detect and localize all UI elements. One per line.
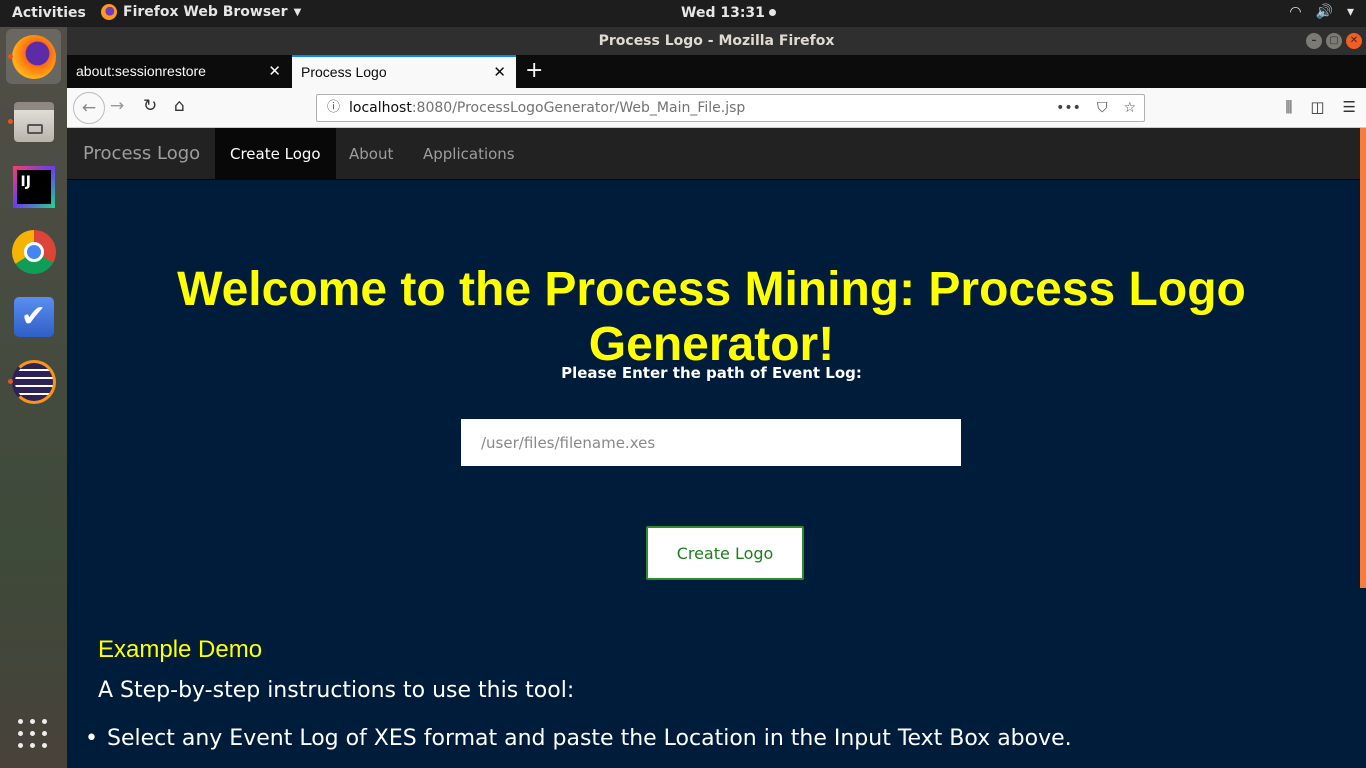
info-icon[interactable]: ⓘ <box>327 95 340 121</box>
running-indicator-icon <box>8 379 13 384</box>
library-icon[interactable]: ⫼ <box>1285 98 1292 116</box>
home-icon[interactable]: ⌂ <box>174 96 185 116</box>
site-navbar: Process Logo Create Logo About Applicati… <box>67 128 1366 180</box>
close-tab-icon[interactable]: ✕ <box>493 57 506 88</box>
dock-firefox[interactable] <box>6 29 61 84</box>
reload-icon[interactable]: ↻ <box>143 96 157 116</box>
nav-about[interactable]: About <box>334 128 408 180</box>
scrollbar[interactable] <box>1360 128 1366 588</box>
volume-icon: 🔊 <box>1315 4 1333 20</box>
dock-files[interactable] <box>6 94 61 149</box>
checkmark-icon: ✔ <box>13 296 54 337</box>
eclipse-icon <box>11 359 56 404</box>
dock-chrome[interactable] <box>6 224 61 279</box>
steps-list: Select any Event Log of XES format and p… <box>85 722 1072 756</box>
pocket-icon[interactable]: ⛉ <box>1097 95 1108 121</box>
list-item: Select any Event Log of XES format and p… <box>85 722 1072 756</box>
url-path: :8080/ProcessLogoGenerator/Web_Main_File… <box>411 100 746 116</box>
tab-label: Process Logo <box>301 64 387 80</box>
tab-process-logo[interactable]: Process Logo ✕ <box>292 55 516 88</box>
system-top-bar: Activities Firefox Web Browser ▼ Wed 13:… <box>0 0 1366 27</box>
steps-intro: A Step-by-step instructions to use this … <box>98 678 575 703</box>
dock-intellij[interactable]: IJ <box>6 159 61 214</box>
dock-eclipse[interactable] <box>6 354 61 409</box>
window-title: Process Logo - Mozilla Firefox <box>598 33 835 49</box>
chevron-down-icon: ▼ <box>293 6 302 18</box>
chrome-icon <box>11 229 56 274</box>
tab-label: about:sessionrestore <box>76 63 206 79</box>
browser-window: Process Logo - Mozilla Firefox – ▢ ✕ abo… <box>67 27 1366 768</box>
nav-applications[interactable]: Applications <box>408 128 530 180</box>
hamburger-menu-icon[interactable]: ☰ <box>1343 98 1356 116</box>
power-icon: ▾ <box>1346 4 1354 20</box>
activities-button[interactable]: Activities <box>12 5 86 21</box>
app-menu-label: Firefox Web Browser <box>123 4 288 20</box>
minimize-icon[interactable]: – <box>1306 33 1322 49</box>
nav-create-logo[interactable]: Create Logo <box>215 128 336 180</box>
running-indicator-icon <box>8 54 13 59</box>
system-tray[interactable]: ◠ 🔊 ▾ <box>1289 4 1354 20</box>
url-bar[interactable]: ⓘ localhost:8080/ProcessLogoGenerator/We… <box>316 94 1145 122</box>
notification-dot-icon <box>768 9 776 16</box>
show-apps-icon[interactable] <box>18 719 48 749</box>
sidebar-icon[interactable]: ◫ <box>1310 98 1324 116</box>
input-label: Please Enter the path of Event Log: <box>561 364 862 382</box>
web-page: Process Logo Create Logo About Applicati… <box>67 128 1366 768</box>
maximize-icon[interactable]: ▢ <box>1326 33 1342 49</box>
bookmark-star-icon[interactable]: ☆ <box>1123 95 1136 121</box>
clock-label: Wed 13:31 <box>681 5 765 21</box>
dock-todo[interactable]: ✔ <box>6 289 61 344</box>
tab-strip: about:sessionrestore ✕ Process Logo ✕ + <box>67 55 1366 88</box>
files-icon <box>13 101 54 142</box>
app-menu[interactable]: Firefox Web Browser ▼ <box>101 4 301 20</box>
running-indicator-icon <box>8 119 13 124</box>
new-tab-icon[interactable]: + <box>525 55 543 86</box>
site-brand[interactable]: Process Logo <box>83 128 200 180</box>
page-actions-icon[interactable]: ••• <box>1056 95 1081 121</box>
clock[interactable]: Wed 13:31 <box>681 5 776 21</box>
close-tab-icon[interactable]: ✕ <box>268 55 281 88</box>
close-window-icon[interactable]: ✕ <box>1346 33 1362 49</box>
intellij-icon: IJ <box>12 165 55 208</box>
firefox-icon <box>11 34 56 79</box>
url-host: localhost <box>349 100 412 116</box>
window-titlebar[interactable]: Process Logo - Mozilla Firefox – ▢ ✕ <box>67 27 1366 55</box>
event-log-path-input[interactable] <box>461 419 961 466</box>
create-logo-button[interactable]: Create Logo <box>646 526 804 580</box>
firefox-icon <box>101 4 117 20</box>
tab-sessionrestore[interactable]: about:sessionrestore ✕ <box>67 55 291 88</box>
back-arrow-icon[interactable]: ← <box>73 92 105 124</box>
wifi-icon: ◠ <box>1289 4 1302 20</box>
dock: IJ ✔ <box>0 27 67 768</box>
example-demo-heading: Example Demo <box>98 636 263 663</box>
page-title: Welcome to the Process Mining: Process L… <box>177 263 1246 371</box>
forward-arrow-icon[interactable]: → <box>110 96 124 116</box>
navigation-toolbar: ← → ↻ ⌂ ⓘ localhost:8080/ProcessLogoGene… <box>67 88 1366 128</box>
